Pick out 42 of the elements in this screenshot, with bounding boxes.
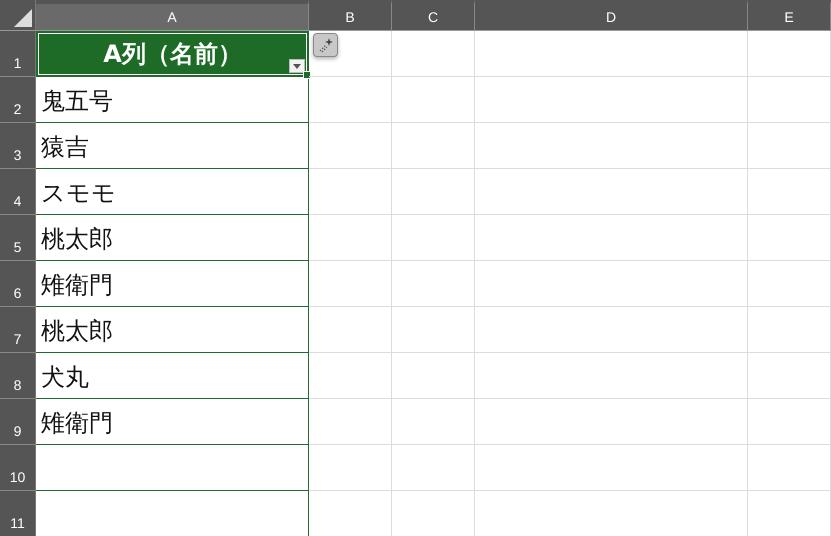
row-header[interactable]: 2 (0, 77, 36, 123)
fill-handle[interactable] (303, 71, 311, 79)
table-cell[interactable]: 桃太郎 (36, 215, 309, 261)
table-cell[interactable]: 桃太郎 (36, 307, 309, 353)
cell-text: 雉衛門 (41, 408, 113, 438)
row-header[interactable]: 9 (0, 399, 36, 445)
table-header-cell[interactable]: A列（名前） (36, 31, 309, 77)
row-header[interactable]: 8 (0, 353, 36, 399)
table-cell[interactable]: スモモ (36, 169, 309, 215)
row-header[interactable]: 4 (0, 169, 36, 215)
table-cell[interactable]: 猿吉 (36, 123, 309, 169)
filter-dropdown-button[interactable] (289, 59, 305, 73)
row-header[interactable]: 1 (0, 31, 36, 77)
caret-icon (293, 64, 301, 68)
table-cell[interactable] (36, 445, 309, 491)
cell-text: 雉衛門 (41, 270, 113, 300)
triangle-icon (14, 9, 32, 27)
cell-text: 鬼五号 (41, 86, 113, 116)
sparkle-icon (318, 37, 334, 53)
row-header[interactable]: 5 (0, 215, 36, 261)
column-header[interactable]: A (36, 0, 309, 31)
table-cell[interactable]: 鬼五号 (36, 77, 309, 123)
cell-text: 桃太郎 (41, 224, 113, 254)
cell-text: 桃太郎 (41, 316, 113, 346)
column-header[interactable]: E (748, 0, 831, 31)
column-header[interactable]: B (309, 0, 392, 31)
cell-text: 犬丸 (41, 362, 89, 392)
cell-text: スモモ (41, 178, 116, 208)
row-header[interactable]: 7 (0, 307, 36, 353)
cell-text: 猿吉 (41, 132, 89, 162)
row-header[interactable]: 10 (0, 445, 36, 491)
table-cell[interactable]: 雉衛門 (36, 261, 309, 307)
column-header[interactable]: D (475, 0, 748, 31)
quick-analysis-button[interactable] (313, 33, 338, 57)
table-cell[interactable]: 雉衛門 (36, 399, 309, 445)
table-cell[interactable]: 犬丸 (36, 353, 309, 399)
column-header[interactable]: C (392, 0, 475, 31)
row-header[interactable]: 6 (0, 261, 36, 307)
header-text: A列（名前） (103, 39, 242, 70)
row-header[interactable]: 3 (0, 123, 36, 169)
row-header[interactable]: 11 (0, 491, 36, 536)
select-all-corner[interactable] (0, 0, 36, 31)
